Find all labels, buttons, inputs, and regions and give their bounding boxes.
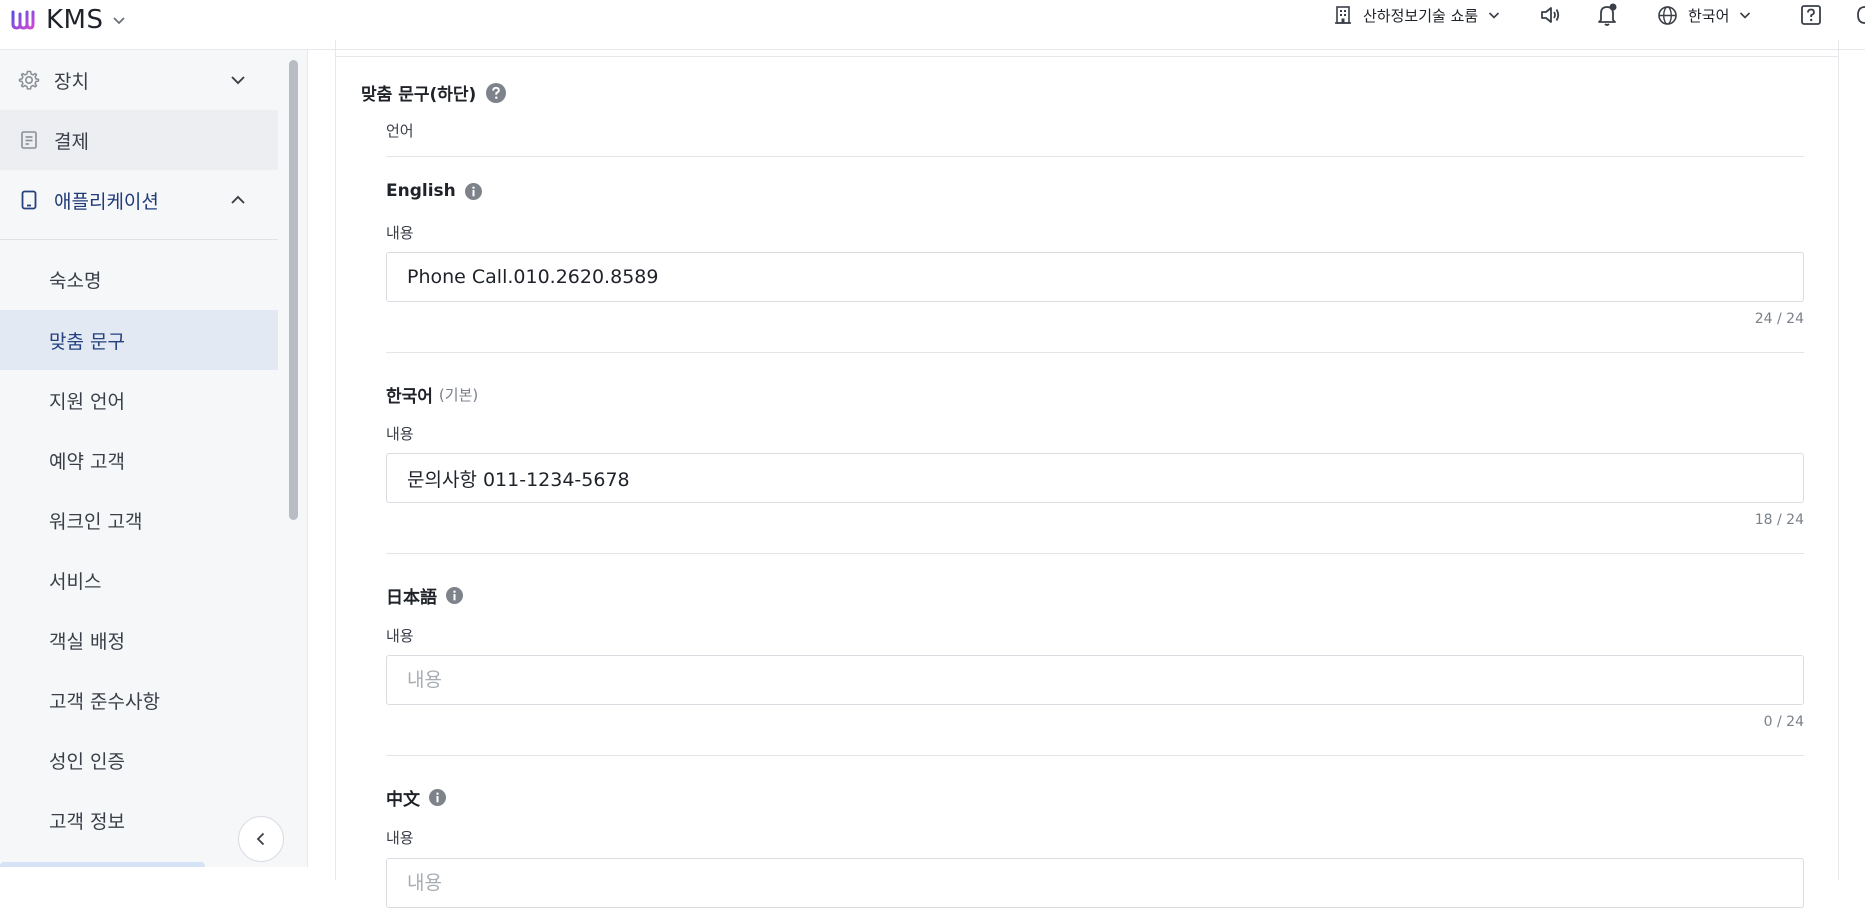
language-title-english: English <box>386 181 482 201</box>
sidebar-subitem-supported-languages[interactable]: 지원 언어 <box>0 370 278 430</box>
chevron-down-icon <box>1740 12 1751 19</box>
bell-icon <box>1598 3 1617 26</box>
store-name: 산하정보기술 쇼룸 <box>1363 6 1479 25</box>
sidebar-subitem-label: 객실 배정 <box>49 630 125 653</box>
default-language-tag: (기본) <box>438 386 479 404</box>
sidebar-item-application[interactable]: 애플리케이션 <box>0 170 278 230</box>
sidebar-subitem-walkin-guests[interactable]: 워크인 고객 <box>0 490 278 550</box>
content-label: 내용 <box>386 829 414 847</box>
sidebar-subitem-label: 성인 인증 <box>49 750 125 773</box>
app-switcher[interactable]: KMS <box>10 4 128 36</box>
sidebar-subitem-reservation-guests[interactable]: 예약 고객 <box>0 430 278 490</box>
sidebar-scrollbar[interactable] <box>289 60 298 520</box>
sidebar-item-label: 결제 <box>54 130 89 153</box>
building-icon <box>1335 6 1351 24</box>
help-circle-icon[interactable] <box>486 82 507 103</box>
sidebar-item-label: 애플리케이션 <box>54 190 159 213</box>
gear-icon <box>18 70 40 90</box>
sidebar-collapse-button[interactable] <box>238 816 284 862</box>
sidebar-subitem-label: 고객 준수사항 <box>49 690 160 713</box>
sidebar-subitem-label: 워크인 고객 <box>49 510 143 533</box>
sidebar: 장치 결제 애플리케이션 숙소명 맞춤 문구 지원 언어 예약 고객 워크인 고… <box>0 50 308 867</box>
language-name: 日本語 <box>386 588 437 608</box>
char-counter: 18 / 24 <box>1754 512 1804 528</box>
sidebar-subitem-services[interactable]: 서비스 <box>0 550 278 610</box>
char-counter: 24 / 24 <box>1754 311 1804 327</box>
char-counter: 0 / 24 <box>1763 714 1804 730</box>
divider <box>386 553 1804 554</box>
language-title-korean: 한국어 (기본) <box>386 382 478 407</box>
language-name: 한국어 <box>1688 6 1730 25</box>
sidebar-subitem-label: 지원 언어 <box>49 390 125 413</box>
chevron-down-icon <box>231 76 245 85</box>
sidebar-divider <box>0 239 278 240</box>
info-icon[interactable] <box>446 587 463 604</box>
help-button[interactable] <box>1800 0 1822 30</box>
sidebar-subitem-label: 고객 정보 <box>49 810 125 833</box>
sidebar-subitem-custom-text[interactable]: 맞춤 문구 <box>0 310 278 370</box>
main-content: 맞춤 문구(하단) 언어 English 내용 24 / 24 한국어 (기본)… <box>309 40 1865 908</box>
info-icon[interactable] <box>464 182 482 200</box>
chevron-up-icon <box>231 195 245 204</box>
sidebar-subitem-label: 맞춤 문구 <box>49 330 125 353</box>
chevron-down-icon <box>112 17 125 25</box>
sidebar-item-device[interactable]: 장치 <box>0 50 278 110</box>
sidebar-item-payment[interactable]: 결제 <box>0 110 278 170</box>
sidebar-subitem-room-assignment[interactable]: 객실 배정 <box>0 610 278 670</box>
sidebar-subitem-label: 서비스 <box>49 570 102 593</box>
language-name: English <box>386 181 456 201</box>
chevron-left-icon <box>256 832 265 846</box>
content-label: 내용 <box>386 627 414 645</box>
app-name: KMS <box>46 5 104 35</box>
globe-icon <box>1658 5 1677 25</box>
sidebar-subitem-guest-rules[interactable]: 고객 준수사항 <box>0 670 278 730</box>
store-selector[interactable]: 산하정보기술 쇼룸 <box>1333 0 1502 30</box>
notification-button[interactable] <box>1595 0 1619 30</box>
receipt-icon <box>21 131 37 149</box>
content-input-korean[interactable] <box>386 453 1804 503</box>
language-title-chinese: 中文 <box>386 785 446 810</box>
content-label: 내용 <box>386 224 414 242</box>
question-box-icon <box>1801 5 1821 25</box>
tablet-icon <box>21 190 37 210</box>
language-column-header: 언어 <box>386 122 414 140</box>
sidebar-subitem-guest-info[interactable]: 고객 정보 <box>0 790 278 850</box>
divider <box>386 755 1804 756</box>
sidebar-subitem-adult-verification[interactable]: 성인 인증 <box>0 730 278 790</box>
kms-logo-icon <box>11 10 35 30</box>
language-name: 中文 <box>386 790 420 810</box>
content-input-english[interactable] <box>386 252 1804 302</box>
chevron-down-icon <box>1489 12 1500 19</box>
account-button[interactable] <box>1856 0 1865 30</box>
language-selector[interactable]: 한국어 <box>1657 0 1753 30</box>
section-title: 맞춤 문구(하단) <box>361 80 507 105</box>
divider <box>386 352 1804 353</box>
sidebar-subitem-label: 예약 고객 <box>49 450 125 473</box>
language-title-japanese: 日本語 <box>386 583 463 608</box>
info-icon[interactable] <box>429 789 446 806</box>
speaker-icon <box>1541 7 1560 23</box>
language-name: 한국어 <box>386 387 433 407</box>
sidebar-next-item-highlight <box>0 862 205 867</box>
divider <box>386 156 1804 157</box>
content-input-chinese[interactable] <box>386 858 1804 908</box>
content-input-japanese[interactable] <box>386 655 1804 705</box>
content-label: 내용 <box>386 425 414 443</box>
volume-button[interactable] <box>1538 0 1562 30</box>
sidebar-subitem-label: 숙소명 <box>49 269 102 292</box>
card-divider <box>335 56 1839 57</box>
user-icon <box>1857 6 1865 24</box>
sidebar-item-label: 장치 <box>54 70 89 93</box>
sidebar-subitem-property-name[interactable]: 숙소명 <box>0 249 278 309</box>
section-title-text: 맞춤 문구(하단) <box>361 85 477 105</box>
